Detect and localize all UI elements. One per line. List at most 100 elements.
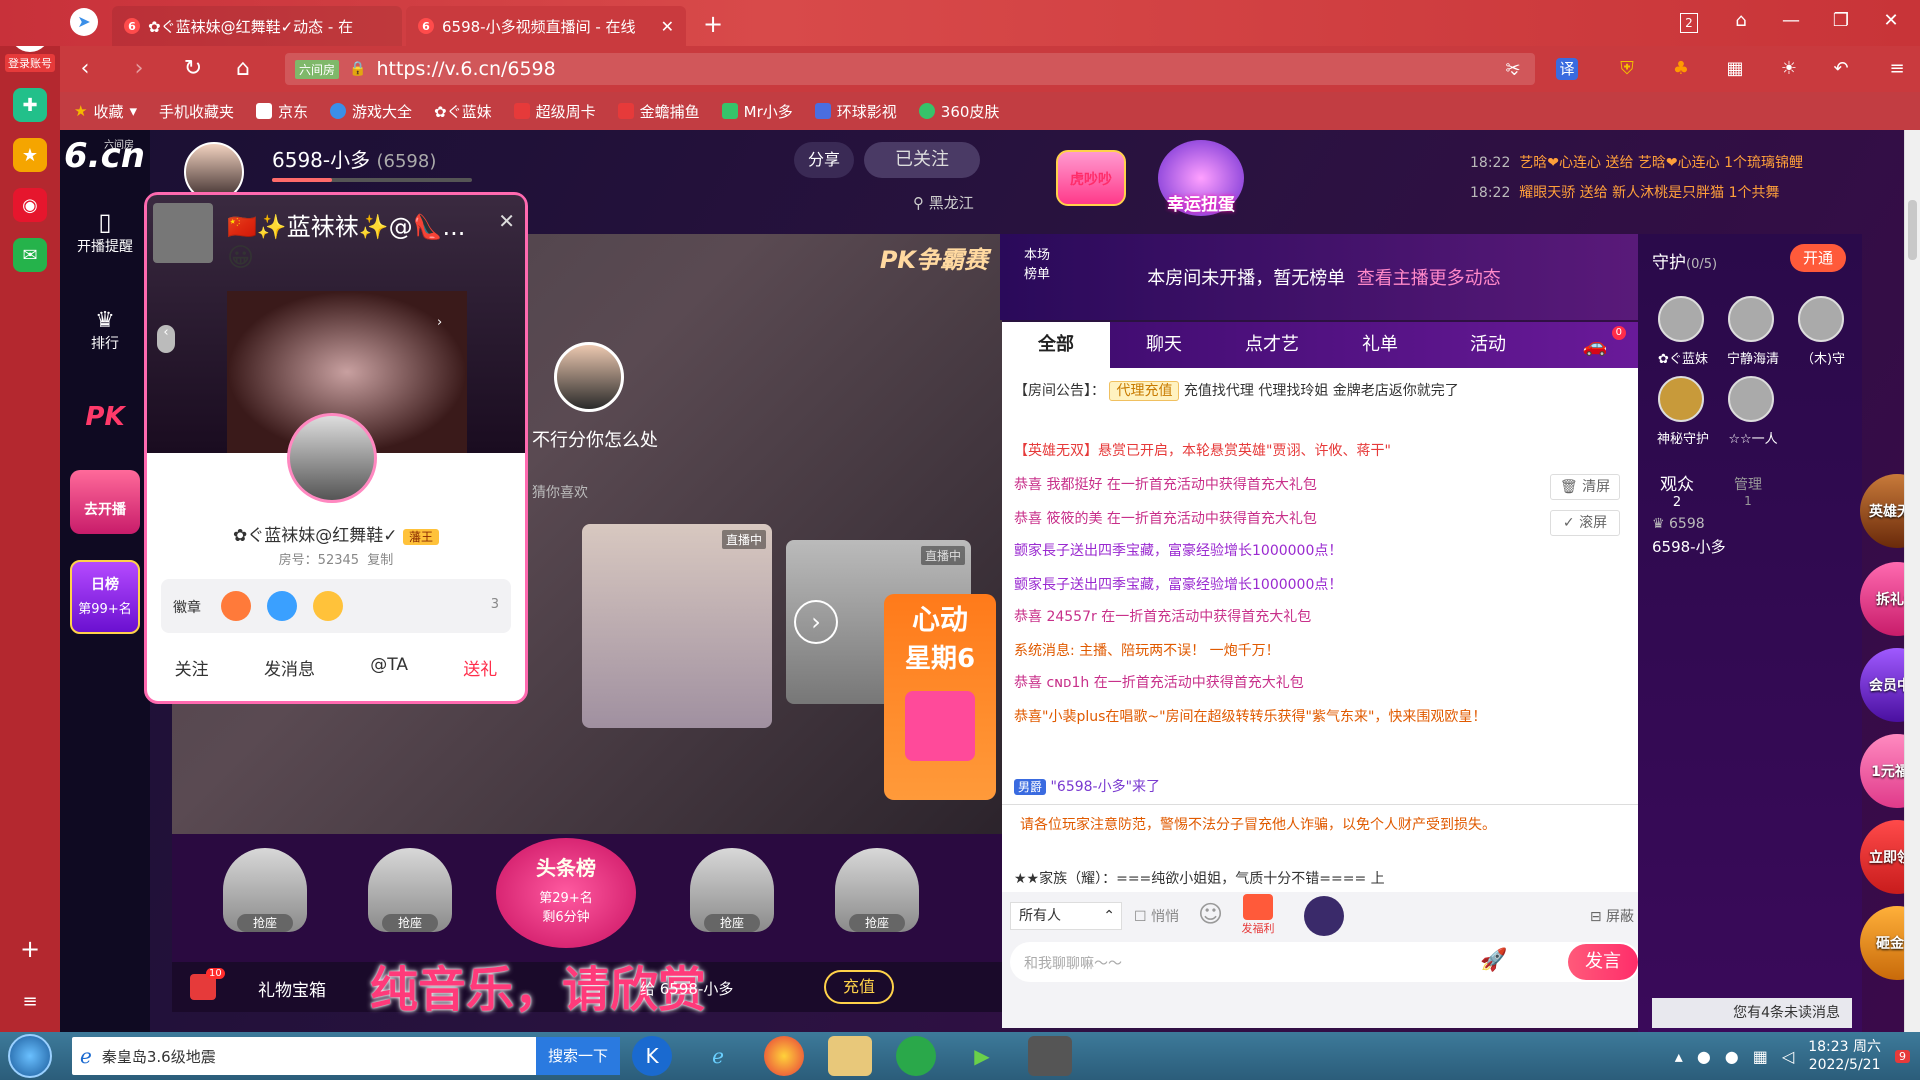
next-arrow-icon[interactable]: › bbox=[437, 315, 442, 330]
tab-chat[interactable]: 聊天 bbox=[1110, 322, 1218, 368]
bookmark-item[interactable]: 金蟾捕鱼 bbox=[617, 101, 700, 122]
reload-icon[interactable]: ↻ bbox=[180, 56, 206, 82]
medal-row[interactable]: 徽章 3 bbox=[161, 579, 511, 633]
heart-saturday-banner[interactable]: 心动 星期6 bbox=[884, 594, 996, 800]
sidebar-plus-icon[interactable]: ✚ bbox=[13, 88, 47, 122]
tab-activity[interactable]: 活动 bbox=[1434, 322, 1542, 368]
browser-nav-icon[interactable]: ➤ bbox=[70, 8, 98, 36]
charge-button[interactable]: 充值 bbox=[824, 970, 894, 1004]
sidebar-weibo-icon[interactable]: ◉ bbox=[13, 188, 47, 222]
tab-talent[interactable]: 点才艺 bbox=[1218, 322, 1326, 368]
undo-icon[interactable]: ↶ bbox=[1828, 56, 1854, 82]
member-center-icon[interactable]: 会员中心 bbox=[1860, 648, 1904, 722]
network-icon[interactable]: ▦ bbox=[1753, 1047, 1768, 1066]
cut-icon[interactable]: ✂ bbox=[1500, 56, 1526, 82]
manage-tab[interactable]: 管理 1 bbox=[1734, 474, 1762, 508]
gift-box-label[interactable]: 礼物宝箱 bbox=[258, 976, 326, 1001]
app-icon[interactable] bbox=[1028, 1036, 1072, 1076]
login-label[interactable]: 登录账号 bbox=[5, 54, 55, 72]
player-icon[interactable]: ▶ bbox=[960, 1036, 1004, 1076]
seat-1[interactable]: 抢座 bbox=[205, 840, 325, 940]
at-action[interactable]: @TA bbox=[370, 655, 408, 680]
sidebar-menu-icon[interactable]: ≡ bbox=[22, 991, 37, 1012]
send-button[interactable]: 发言 bbox=[1568, 944, 1638, 980]
audience-tab[interactable]: 观众 2 bbox=[1660, 470, 1694, 510]
nav-remind[interactable]: ▯ 开播提醒 bbox=[60, 208, 150, 256]
gift-action[interactable]: 送礼 bbox=[463, 655, 497, 680]
emoji-icon[interactable]: ☺ bbox=[1198, 900, 1223, 928]
shirt-icon[interactable]: ⌂ bbox=[1728, 10, 1754, 36]
bookmark-item[interactable]: 京东 bbox=[256, 101, 308, 122]
tray-up-icon[interactable]: ▴ bbox=[1675, 1047, 1683, 1066]
sidebar-star-icon[interactable]: ★ bbox=[13, 138, 47, 172]
tab-live-room[interactable]: 6 6598-小多视频直播间 - 在线 ✕ bbox=[406, 6, 686, 46]
host-name[interactable]: 6598-小多 (6598) bbox=[272, 144, 436, 173]
new-tab-icon[interactable]: + bbox=[700, 10, 726, 38]
bookmark-item[interactable]: ✿ぐ蓝妹 bbox=[434, 101, 492, 122]
daily-rank-badge[interactable]: 日榜 第99+名 bbox=[70, 560, 140, 634]
bookmark-item[interactable]: 超级周卡 bbox=[513, 101, 596, 122]
share-button[interactable]: 分享 bbox=[794, 142, 854, 178]
nav-go-live[interactable]: 去开播 bbox=[70, 470, 140, 534]
unread-messages[interactable]: 您有4条未读消息 bbox=[1652, 998, 1852, 1028]
menu-icon[interactable]: ≡ bbox=[1884, 56, 1910, 82]
bookmark-item[interactable]: ★ 收藏 ▾ bbox=[74, 101, 137, 122]
viewer-row[interactable]: ♛ 6598 6598-小多 bbox=[1652, 516, 1726, 557]
open-guard-button[interactable]: 开通 bbox=[1790, 244, 1846, 272]
guard-avatar[interactable] bbox=[1728, 296, 1774, 342]
search-button[interactable]: 搜索一下 bbox=[535, 1037, 620, 1075]
bookmark-item[interactable]: 环球影视 bbox=[814, 101, 897, 122]
back-icon[interactable]: ‹ bbox=[72, 56, 98, 82]
seat-3[interactable]: 抢座 bbox=[672, 840, 792, 940]
fuli-button[interactable]: 发福利 bbox=[1236, 894, 1280, 936]
guard-avatar[interactable] bbox=[1728, 376, 1774, 422]
brightness-icon[interactable]: ☀ bbox=[1776, 56, 1802, 82]
qq-icon[interactable]: ● bbox=[1725, 1047, 1739, 1066]
follow-action[interactable]: 关注 bbox=[175, 655, 209, 680]
restore-icon[interactable]: ❐ bbox=[1828, 10, 1854, 36]
translate-icon[interactable]: 译 bbox=[1556, 58, 1578, 80]
clear-screen-button[interactable]: 🗑 清屏 bbox=[1550, 474, 1620, 500]
ring-icon[interactable] bbox=[1304, 896, 1344, 936]
board-link[interactable]: 查看主播更多动态 bbox=[1357, 268, 1501, 289]
home-icon[interactable]: ⌂ bbox=[230, 56, 256, 82]
nav-pk[interactable]: PK bbox=[60, 402, 150, 432]
chrome-icon[interactable] bbox=[764, 1036, 804, 1076]
whisper-checkbox[interactable]: ☐ 悄悄 bbox=[1134, 906, 1179, 926]
k-app-icon[interactable]: K bbox=[632, 1036, 672, 1076]
scroll-screen-button[interactable]: ✓ 滚屏 bbox=[1550, 510, 1620, 536]
tab-all[interactable]: 全部 bbox=[1002, 322, 1110, 368]
game-icon[interactable]: ♣ bbox=[1668, 56, 1694, 82]
tab-gift-list[interactable]: 礼单 bbox=[1326, 322, 1434, 368]
tab-profile[interactable]: 6 ✿ぐ蓝袜妹@红舞鞋✓动态 - 在 bbox=[112, 6, 402, 46]
grid-icon[interactable]: ▦ bbox=[1722, 56, 1748, 82]
address-bar[interactable]: 六间房 🔒 https://v.6.cn/6598 ⌄ bbox=[285, 53, 1535, 85]
claim-icon[interactable]: 立即领取 bbox=[1860, 820, 1904, 894]
nav-rank[interactable]: ♛ 排行 bbox=[60, 308, 150, 353]
bookmark-item[interactable]: 游戏大全 bbox=[330, 101, 412, 122]
qq-icon[interactable]: ● bbox=[1697, 1047, 1711, 1066]
shield-button[interactable]: ⊟ 屏蔽 bbox=[1590, 906, 1634, 926]
start-button[interactable] bbox=[8, 1034, 52, 1078]
follow-button[interactable]: 已关注 bbox=[864, 142, 980, 178]
clock[interactable]: 18:23 周六 2022/5/21 bbox=[1808, 1038, 1881, 1074]
one-yuan-icon[interactable]: 1元福利 bbox=[1860, 734, 1904, 808]
volume-icon[interactable]: ◁ bbox=[1782, 1047, 1794, 1066]
guard-avatar[interactable] bbox=[1798, 296, 1844, 342]
recommend-card-1[interactable]: 直播中 bbox=[582, 524, 772, 728]
hero-activity-icon[interactable]: 英雄无双 bbox=[1860, 474, 1904, 548]
prev-arrow-icon[interactable]: ‹ bbox=[157, 325, 175, 353]
forward-icon[interactable]: › bbox=[126, 56, 152, 82]
taskbar-search[interactable]: ℯ 秦皇岛3.6级地震 搜索一下 bbox=[72, 1037, 620, 1075]
seat-4[interactable]: 抢座 bbox=[817, 840, 937, 940]
tab-count-badge[interactable]: 2 bbox=[1680, 13, 1698, 33]
page-scrollbar[interactable] bbox=[1904, 130, 1920, 1032]
golden-egg-icon[interactable]: 砸金蛋 bbox=[1860, 906, 1904, 980]
headline-rank[interactable]: 头条榜 第29+名 剩6分钟 bbox=[496, 838, 636, 948]
bookmark-item[interactable]: 360皮肤 bbox=[918, 101, 999, 122]
chat-input[interactable]: 和我聊聊嘛～～ 🚀 发言 bbox=[1010, 942, 1640, 982]
guard-avatar[interactable] bbox=[1658, 296, 1704, 342]
popup-close-icon[interactable]: ✕ bbox=[498, 209, 515, 233]
folder-icon[interactable] bbox=[828, 1036, 872, 1076]
shield-icon[interactable]: ⛨ bbox=[1614, 56, 1640, 82]
